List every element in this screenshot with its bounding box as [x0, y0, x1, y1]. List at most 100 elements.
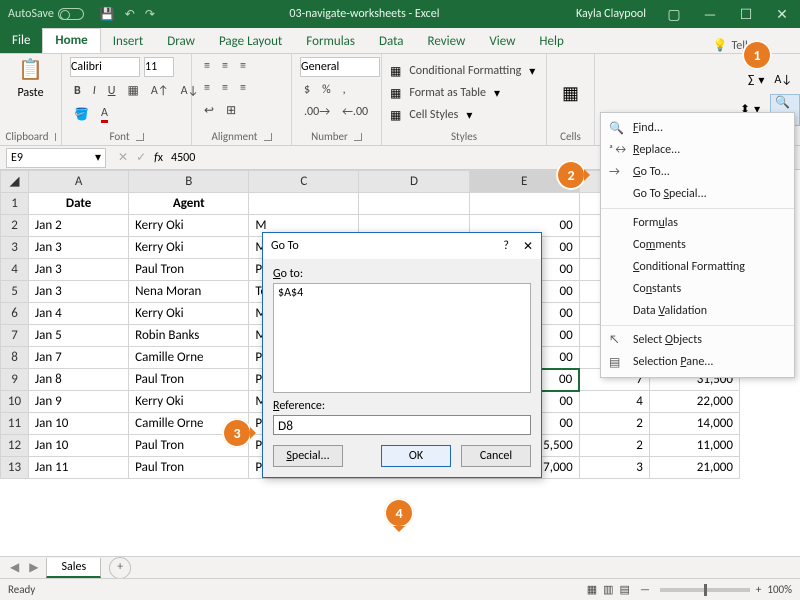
- user-name[interactable]: Kayla Claypool: [566, 7, 656, 21]
- minimize-icon[interactable]: —: [692, 6, 728, 23]
- menu-select-objects[interactable]: ↖Select Objects: [601, 329, 794, 351]
- cell[interactable]: Kerry Oki: [129, 303, 249, 325]
- close-icon[interactable]: ✕: [764, 6, 800, 23]
- conditional-formatting-button[interactable]: Conditional Formatting: [405, 62, 525, 80]
- cell[interactable]: Date: [29, 193, 129, 215]
- row-header[interactable]: 9: [1, 369, 29, 391]
- redo-icon[interactable]: ↷: [145, 7, 155, 22]
- view-pagebreak-icon[interactable]: ▤: [620, 583, 630, 596]
- font-name-combo[interactable]: [70, 57, 140, 77]
- cell[interactable]: Jan 3: [29, 259, 129, 281]
- sheet-nav-next-icon[interactable]: ▶: [29, 560, 38, 575]
- italic-button[interactable]: I: [89, 82, 100, 100]
- dialog-launcher-icon[interactable]: [136, 133, 144, 141]
- sheet-tab-sales[interactable]: Sales: [46, 558, 101, 578]
- close-icon[interactable]: ✕: [523, 239, 533, 254]
- inc-decimal-icon[interactable]: .00→: [300, 103, 334, 121]
- align-left-icon[interactable]: ≡: [200, 79, 214, 97]
- cell[interactable]: Nena Moran: [129, 281, 249, 303]
- view-normal-icon[interactable]: ▦: [587, 583, 597, 596]
- tab-review[interactable]: Review: [416, 30, 478, 53]
- dialog-launcher-icon[interactable]: [55, 133, 56, 141]
- cell[interactable]: 3: [579, 457, 649, 479]
- sheet-nav-prev-icon[interactable]: ◀: [0, 560, 29, 575]
- cell[interactable]: Jan 5: [29, 325, 129, 347]
- tab-file[interactable]: File: [0, 28, 42, 53]
- font-size-combo[interactable]: [144, 57, 174, 77]
- new-sheet-button[interactable]: +: [109, 557, 131, 579]
- cell[interactable]: Kerry Oki: [129, 215, 249, 237]
- special-button[interactable]: Special...: [273, 445, 343, 467]
- sort-icon[interactable]: A↓: [774, 73, 792, 87]
- menu-replace[interactable]: ᵃ↔Replace...: [601, 139, 794, 161]
- row-header[interactable]: 3: [1, 237, 29, 259]
- row-header[interactable]: 8: [1, 347, 29, 369]
- row-header[interactable]: 7: [1, 325, 29, 347]
- cell[interactable]: 21,000: [649, 457, 739, 479]
- autosum-icon[interactable]: ∑: [748, 73, 755, 87]
- border-icon[interactable]: ▦: [123, 81, 142, 100]
- maximize-icon[interactable]: ☐: [728, 6, 764, 23]
- tab-home[interactable]: Home: [42, 28, 100, 53]
- dec-decimal-icon[interactable]: ←.00: [338, 103, 372, 121]
- percent-icon[interactable]: %: [318, 81, 335, 99]
- tab-data[interactable]: Data: [367, 30, 416, 53]
- cell[interactable]: Robin Banks: [129, 325, 249, 347]
- dialog-titlebar[interactable]: Go To ? ✕: [263, 233, 541, 259]
- paste-button[interactable]: Paste: [17, 86, 43, 100]
- align-center-icon[interactable]: ≡: [218, 79, 232, 97]
- cell[interactable]: Kerry Oki: [129, 237, 249, 259]
- tab-insert[interactable]: Insert: [101, 30, 156, 53]
- cell[interactable]: Jan 8: [29, 369, 129, 391]
- align-right-icon[interactable]: ≡: [236, 79, 250, 97]
- help-icon[interactable]: ?: [503, 239, 509, 253]
- align-bottom-icon[interactable]: ≡: [236, 57, 250, 75]
- cell[interactable]: Jan 3: [29, 237, 129, 259]
- save-icon[interactable]: 💾: [100, 7, 115, 22]
- tab-formulas[interactable]: Formulas: [294, 30, 367, 53]
- col-header[interactable]: A: [29, 171, 129, 193]
- wrap-text-icon[interactable]: ↩: [200, 101, 218, 120]
- name-box[interactable]: E9▾: [6, 148, 106, 168]
- cell[interactable]: [359, 193, 469, 215]
- merge-icon[interactable]: ⊞: [222, 101, 240, 120]
- row-header[interactable]: 2: [1, 215, 29, 237]
- col-header[interactable]: C: [249, 171, 359, 193]
- cell[interactable]: Camille Orne: [129, 347, 249, 369]
- cell[interactable]: [249, 193, 359, 215]
- autosave-toggle[interactable]: AutoSave: [0, 7, 92, 21]
- menu-formulas[interactable]: Formulas: [601, 212, 794, 234]
- col-header[interactable]: B: [129, 171, 249, 193]
- cell[interactable]: 22,000: [649, 391, 739, 413]
- tab-view[interactable]: View: [477, 30, 527, 53]
- ribbon-options-icon[interactable]: ▢: [656, 6, 692, 23]
- row-header[interactable]: 4: [1, 259, 29, 281]
- comma-icon[interactable]: ,: [339, 81, 350, 99]
- cell[interactable]: 14,000: [649, 413, 739, 435]
- menu-find[interactable]: 🔍Find...: [601, 117, 794, 139]
- paste-icon[interactable]: 📋: [18, 57, 43, 82]
- cells-icon[interactable]: ▦: [562, 82, 579, 104]
- row-header[interactable]: 11: [1, 413, 29, 435]
- cell[interactable]: [469, 193, 579, 215]
- cell[interactable]: 2: [579, 435, 649, 457]
- fill-color-icon[interactable]: 🪣: [70, 105, 93, 124]
- cell[interactable]: 11,000: [649, 435, 739, 457]
- cell[interactable]: Jan 2: [29, 215, 129, 237]
- zoom-level[interactable]: 100%: [767, 583, 792, 596]
- cell[interactable]: Kerry Oki: [129, 391, 249, 413]
- cell[interactable]: 4: [579, 391, 649, 413]
- select-all-corner[interactable]: ◢: [1, 171, 29, 193]
- row-header[interactable]: 5: [1, 281, 29, 303]
- tab-help[interactable]: Help: [527, 30, 575, 53]
- cell[interactable]: Jan 10: [29, 435, 129, 457]
- cell[interactable]: Jan 11: [29, 457, 129, 479]
- menu-constants[interactable]: Constants: [601, 278, 794, 300]
- row-header[interactable]: 13: [1, 457, 29, 479]
- cell[interactable]: Jan 9: [29, 391, 129, 413]
- format-table-button[interactable]: Format as Table: [405, 84, 490, 102]
- enter-formula-icon[interactable]: ✓: [136, 150, 146, 165]
- cell[interactable]: Paul Tron: [129, 369, 249, 391]
- row-header[interactable]: 1: [1, 193, 29, 215]
- list-item[interactable]: $A$4: [278, 286, 526, 300]
